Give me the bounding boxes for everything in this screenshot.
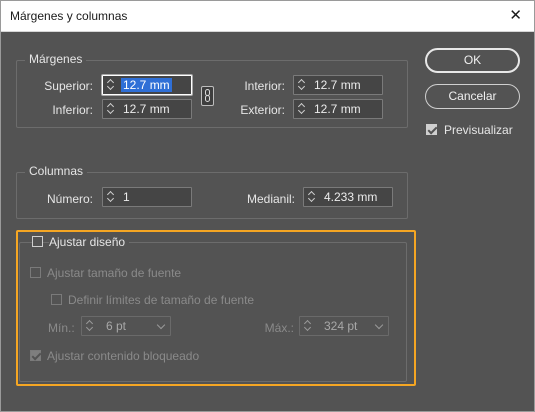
inside-margin-value: 12.7 mm [314,78,361,92]
close-icon[interactable]: ✕ [509,7,522,25]
column-number-stepper[interactable] [103,188,119,206]
inside-margin-label: Interior: [244,79,285,93]
bottom-margin-stepper[interactable] [103,100,119,118]
column-number-field[interactable]: 1 [102,187,192,207]
bottom-margin-field[interactable]: 12.7 mm [102,99,192,119]
outside-margin-field[interactable]: 12.7 mm [293,99,383,119]
inside-margin-field[interactable]: 12.7 mm [293,75,383,95]
bottom-margin-label: Inferior: [52,103,93,117]
inside-margin-stepper[interactable] [294,76,310,94]
column-number-label: Número: [46,192,93,206]
title-bar: Márgenes y columnas ✕ [1,1,534,32]
outside-margin-value: 12.7 mm [314,102,361,116]
dialog-window: Márgenes y columnas ✕ Márgenes Superior:… [0,0,535,412]
top-margin-label: Superior: [44,79,93,93]
top-margin-field[interactable]: 12.7 mm [102,75,192,95]
gutter-label: Medianil: [246,192,295,206]
gutter-field[interactable]: 4.233 mm [303,187,393,207]
bottom-margin-value: 12.7 mm [123,102,170,116]
top-margin-stepper[interactable] [103,76,119,94]
dialog-title: Márgenes y columnas [10,9,128,23]
margins-group-label: Márgenes [25,52,87,66]
top-margin-value: 12.7 mm [121,78,172,92]
ok-button[interactable]: OK [425,48,520,73]
preview-label[interactable]: Previsualizar [444,123,513,137]
outside-margin-label: Exterior: [240,103,285,117]
outside-margin-stepper[interactable] [294,100,310,118]
gutter-value: 4.233 mm [324,190,378,204]
chain-link-icon[interactable] [201,86,214,106]
column-number-value: 1 [123,190,130,204]
cancel-button[interactable]: Cancelar [425,84,520,109]
gutter-stepper[interactable] [304,188,320,206]
highlight-frame [16,230,416,386]
preview-checkbox[interactable] [426,124,437,135]
columns-group-label: Columnas [25,164,88,178]
